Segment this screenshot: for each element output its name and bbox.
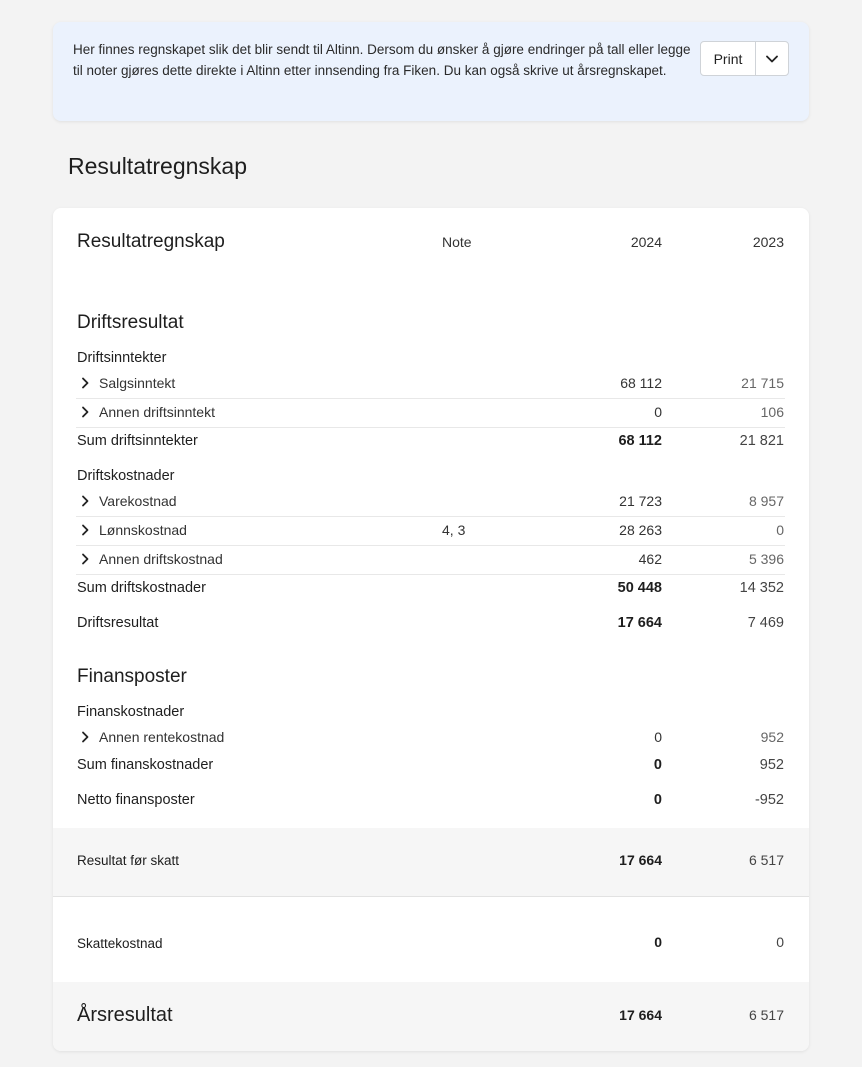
page-title: Resultatregnskap [68, 153, 247, 179]
row-divider [76, 427, 785, 428]
chevron-right-icon [82, 524, 89, 536]
resultat-for-skatt-label: Resultat før skatt [77, 853, 180, 868]
row-value-2024: 0 [654, 729, 662, 745]
sum-driftsinntekter-label: Sum driftsinntekter [77, 433, 198, 449]
resultat-for-skatt-2023: 6 517 [748, 852, 784, 868]
row-label: Annen rentekostnad [99, 729, 225, 745]
row-value-2024: 0 [654, 404, 662, 420]
row-value-2023: 21 715 [741, 375, 784, 391]
row-label: Annen driftskostnad [99, 551, 223, 567]
row-value-2024: 28 263 [619, 522, 662, 538]
netto-finansposter-label: Netto finansposter [77, 792, 195, 808]
column-header-2023: 2023 [752, 234, 784, 250]
row-label: Lønnskostnad [99, 522, 187, 538]
row-value-2023: 952 [760, 729, 784, 745]
resultat-for-skatt-row: Resultat før skatt 17 664 6 517 [53, 828, 809, 896]
row-label: Annen driftsinntekt [99, 404, 215, 420]
row-value-2024: 68 112 [620, 375, 662, 391]
netto-finansposter-2024: 0 [653, 792, 662, 808]
chevron-right-icon [82, 377, 89, 389]
arsresultat-2024: 17 664 [619, 1007, 662, 1023]
row-value-2024: 462 [638, 551, 662, 567]
column-header-2024: 2024 [630, 234, 662, 250]
skattekostnad-label: Skattekostnad [77, 936, 163, 951]
chevron-down-icon [766, 55, 778, 62]
arsresultat-2023: 6 517 [748, 1007, 784, 1023]
section-heading-finansposter: Finansposter [77, 666, 187, 687]
netto-finansposter-2023: -952 [754, 792, 784, 808]
group-heading-driftskostnader: Driftskostnader [77, 468, 175, 484]
skattekostnad-2024: 0 [654, 934, 662, 950]
group-heading-driftsinntekter: Driftsinntekter [77, 350, 167, 366]
skattekostnad-row: Skattekostnad 0 0 [53, 897, 809, 982]
sum-finanskostnader-label: Sum finanskostnader [77, 757, 214, 773]
row-value-2023: 0 [776, 522, 784, 538]
column-header-note: Note [442, 234, 472, 250]
print-split-button: Print [700, 41, 789, 76]
row-divider [76, 516, 785, 517]
row-label: Salgsinntekt [99, 375, 176, 391]
skattekostnad-2023: 0 [776, 934, 784, 950]
print-button[interactable]: Print [701, 42, 756, 75]
income-statement-card: Resultatregnskap Note 2024 2023 Driftsre… [53, 208, 809, 1051]
row-divider [76, 574, 785, 575]
sum-driftsinntekter-2024: 68 112 [618, 433, 662, 449]
driftsresultat-2023: 7 469 [747, 615, 784, 631]
sum-driftsinntekter-2023: 21 821 [739, 433, 784, 449]
section-heading-driftsresultat: Driftsresultat [77, 312, 184, 333]
group-heading-finanskostnader: Finanskostnader [77, 704, 185, 720]
sum-driftskostnader-2023: 14 352 [739, 580, 784, 596]
sum-driftskostnader-2024: 50 448 [617, 580, 662, 596]
sum-driftskostnader-label: Sum driftskostnader [77, 580, 206, 596]
driftsresultat-label: Driftsresultat [77, 615, 159, 631]
info-banner-text: Her finnes regnskapet slik det blir send… [73, 42, 691, 78]
row-divider [76, 398, 785, 399]
info-banner: Her finnes regnskapet slik det blir send… [53, 22, 809, 121]
chevron-right-icon [82, 406, 89, 418]
driftsresultat-2024: 17 664 [617, 615, 662, 631]
row-divider [76, 545, 785, 546]
row-value-2023: 8 957 [748, 493, 784, 509]
resultat-for-skatt-2024: 17 664 [619, 852, 662, 868]
print-dropdown-button[interactable] [756, 42, 788, 75]
arsresultat-label: Årsresultat [77, 1004, 173, 1026]
chevron-right-icon [82, 731, 89, 743]
row-value-2024: 21 723 [619, 493, 662, 509]
row-value-2023: 5 396 [748, 551, 784, 567]
row-note[interactable]: 4, 3 [442, 522, 465, 538]
sum-finanskostnader-2023: 952 [759, 757, 784, 773]
row-value-2023: 106 [760, 404, 784, 420]
arsresultat-row: Årsresultat 17 664 6 517 [53, 982, 809, 1051]
sum-finanskostnader-2024: 0 [653, 757, 662, 773]
statement-title: Resultatregnskap [77, 231, 225, 252]
chevron-right-icon [82, 553, 89, 565]
row-label: Varekostnad [99, 493, 177, 509]
chevron-right-icon [82, 495, 89, 507]
